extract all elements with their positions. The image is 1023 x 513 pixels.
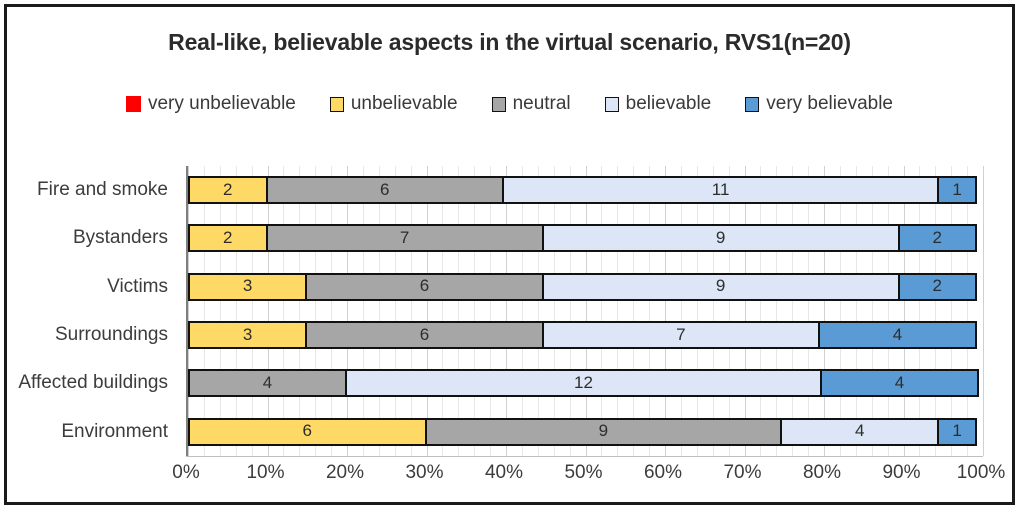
y-axis-label: Victims (107, 275, 168, 297)
x-axis-tick-label: 50% (564, 462, 603, 483)
bar-segment[interactable]: 2 (897, 224, 977, 253)
bar-value-label: 6 (302, 421, 312, 441)
plot-area: 2 6 11 1 2 7 9 2 3 6 9 2 3 6 7 4 4 12 4 6 9 4 1 (186, 166, 984, 456)
bar-segment[interactable]: 2 (897, 272, 977, 301)
x-axis-tick-label: 60% (643, 462, 683, 483)
y-axis-label: Fire and smoke (37, 179, 168, 201)
bar-segment[interactable]: 2 (188, 176, 268, 205)
bar-segment[interactable]: 2 (188, 224, 268, 253)
bar-row: 4 12 4 (188, 359, 983, 407)
bar-segment[interactable]: 4 (820, 369, 979, 398)
x-axis-tick-label: 0% (172, 462, 200, 483)
bar-value-label: 2 (223, 179, 233, 199)
x-axis-tick-label: 90% (882, 462, 921, 483)
bar-row: 2 6 11 1 (188, 166, 983, 214)
bar-segment[interactable]: 4 (818, 321, 977, 350)
bar-value-label: 7 (399, 227, 410, 247)
y-axis-label: Surroundings (54, 324, 168, 346)
bar-value-label: 4 (894, 372, 905, 392)
bar-segment[interactable]: 9 (541, 272, 900, 301)
bar-segment[interactable]: 6 (265, 176, 504, 205)
bar-segment[interactable]: 11 (502, 176, 940, 205)
bar-segment[interactable]: 9 (541, 224, 900, 253)
plot-wrapper: Fire and smoke Bystanders Victims Surroundi… (7, 7, 1012, 502)
bar-row: 3 6 7 4 (188, 311, 983, 359)
y-axis-label: Environment (61, 420, 168, 442)
stacked-bar[interactable]: 3 6 9 2 (188, 272, 983, 301)
chart-frame: Real-like, believable aspects in the vir… (4, 4, 1015, 505)
bar-value-label: 9 (715, 227, 726, 247)
stacked-bar[interactable]: 2 6 11 1 (188, 176, 983, 205)
bar-segment[interactable]: 4 (188, 369, 347, 398)
bar-segment[interactable]: 1 (937, 176, 977, 205)
stacked-bar[interactable]: 3 6 7 4 (188, 321, 983, 350)
stacked-bar[interactable]: 6 9 4 1 (188, 417, 983, 446)
bar-row: 3 6 9 2 (188, 263, 983, 311)
bar-value-label: 6 (419, 276, 430, 296)
stacked-bar[interactable]: 4 12 4 (188, 369, 983, 398)
bar-segment[interactable]: 7 (265, 224, 544, 253)
bar-value-label: 9 (598, 421, 609, 441)
bar-value-label: 2 (932, 227, 942, 247)
bar-segment[interactable]: 1 (937, 417, 977, 446)
bar-value-label: 6 (380, 179, 390, 199)
bar-segment[interactable]: 3 (188, 272, 308, 301)
bar-value-label: 4 (855, 421, 865, 441)
bar-value-label: 11 (711, 179, 730, 199)
bar-value-label: 4 (892, 324, 903, 344)
bar-row: 6 9 4 1 (188, 408, 983, 456)
x-axis-tick-label: 10% (246, 462, 285, 483)
bar-value-label: 2 (223, 227, 233, 247)
bar-value-label: 7 (676, 324, 686, 344)
bar-segment[interactable]: 6 (305, 272, 544, 301)
bar-value-label: 9 (715, 276, 726, 296)
bar-value-label: 1 (952, 179, 962, 199)
x-axis-tick-label: 20% (325, 462, 365, 483)
y-axis-label: Bystanders (72, 227, 168, 249)
bar-segment[interactable]: 7 (541, 321, 820, 350)
bar-value-label: 6 (419, 324, 430, 344)
x-axis-tick-label: 30% (405, 462, 444, 483)
x-axis-tick-label: 80% (802, 462, 842, 483)
gridline-major (983, 166, 984, 456)
x-axis-labels: 0% 10% 20% 30% 40% 50% 60% 70% 80% 90% 100% (172, 462, 1005, 492)
x-axis-tick-label: 70% (723, 462, 762, 483)
bar-value-label: 12 (574, 372, 593, 392)
bar-value-label: 2 (932, 276, 942, 296)
y-axis-label: Affected buildings (18, 372, 168, 394)
bar-segment[interactable]: 3 (188, 321, 308, 350)
x-axis-line (186, 456, 983, 457)
bar-value-label: 1 (952, 421, 962, 441)
x-axis-tick-label: 100% (956, 462, 1006, 483)
bar-segment[interactable]: 12 (345, 369, 822, 398)
bar-segment[interactable]: 9 (424, 417, 783, 446)
bar-value-label: 3 (242, 276, 253, 296)
bar-row: 2 7 9 2 (188, 214, 983, 262)
x-axis-tick-label: 40% (484, 462, 524, 483)
bar-segment[interactable]: 6 (188, 417, 427, 446)
bar-segment[interactable]: 6 (305, 321, 544, 350)
bar-segment[interactable]: 4 (780, 417, 940, 446)
bar-value-label: 4 (262, 372, 273, 392)
bar-value-label: 3 (242, 324, 253, 344)
y-axis-labels: Fire and smoke Bystanders Victims Surroundi… (7, 166, 177, 456)
stacked-bar[interactable]: 2 7 9 2 (188, 224, 983, 253)
